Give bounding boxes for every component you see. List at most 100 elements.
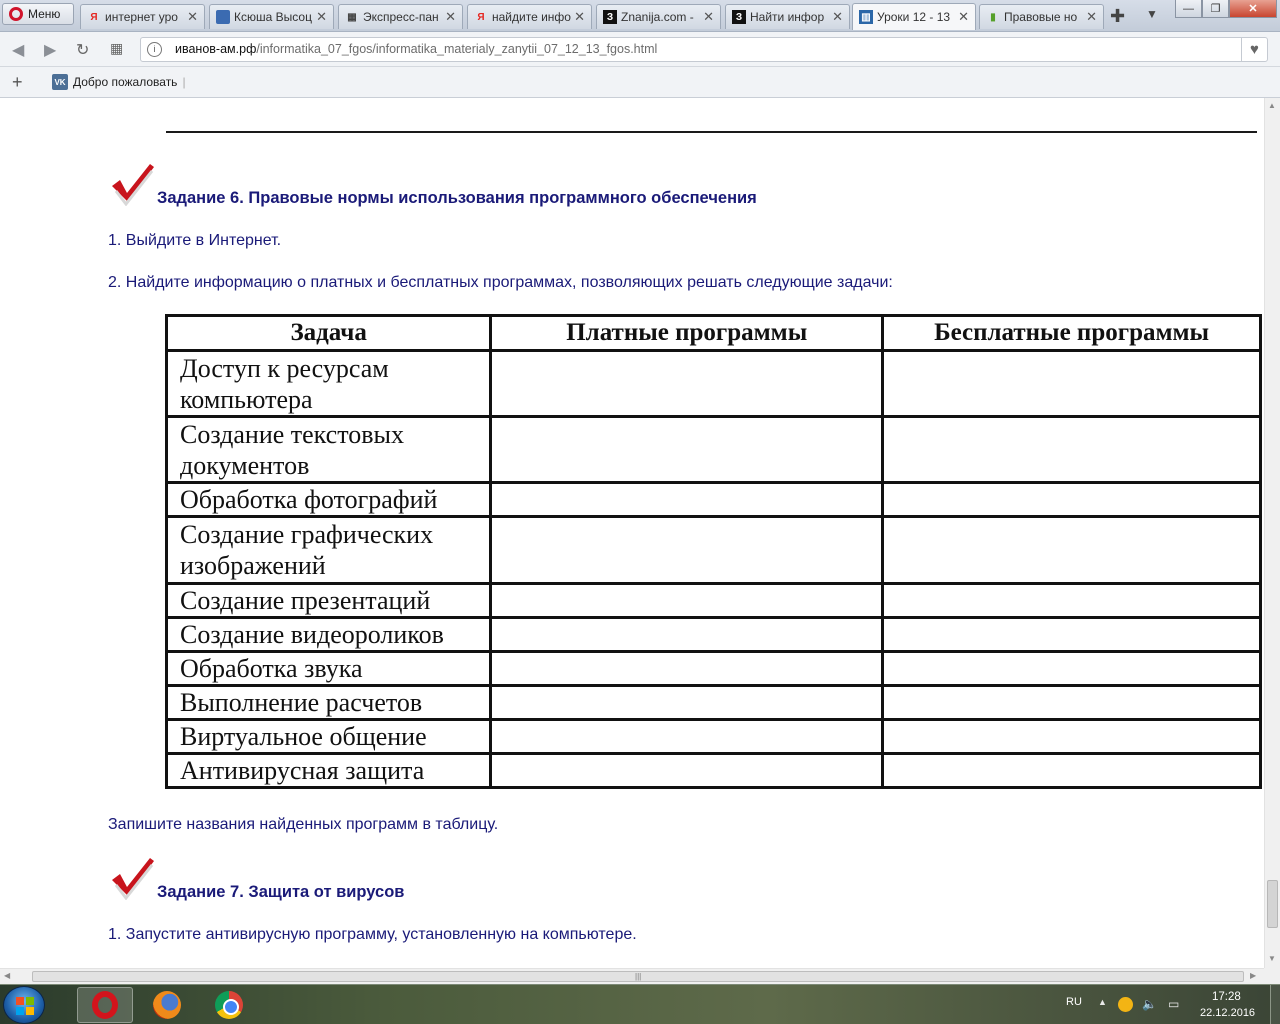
close-tab-icon[interactable]: ✕	[1086, 9, 1097, 25]
free-cell	[881, 515, 1262, 585]
free-cell	[881, 481, 1262, 518]
paid-cell	[489, 616, 885, 653]
reload-icon[interactable]: ↻	[76, 40, 89, 60]
task-6-step-1: 1. Выйдите в Интернет.	[108, 232, 282, 249]
horizontal-scrollbar[interactable]: ◀ ||| ▶	[0, 968, 1264, 984]
close-tab-icon[interactable]: ✕	[445, 9, 456, 25]
scroll-grip-icon: |||	[635, 972, 642, 981]
column-header-paid: Платные программы	[489, 314, 885, 352]
taskbar-opera-button[interactable]	[77, 987, 133, 1023]
windows-logo-icon	[16, 997, 34, 1015]
tab-8[interactable]: ▮ Правовые но ✕	[979, 4, 1104, 29]
scroll-up-arrow-icon[interactable]: ▲	[1268, 101, 1276, 110]
tab-2[interactable]: Ксюша Высоц ✕	[209, 4, 334, 29]
red-checkmark-icon	[112, 164, 154, 206]
language-indicator[interactable]: RU	[1066, 996, 1082, 1008]
tab-3[interactable]: ▦ Экспресс-пан ✕	[338, 4, 463, 29]
tray-app-icon[interactable]	[1118, 997, 1133, 1012]
free-cell	[881, 415, 1262, 484]
close-tab-icon[interactable]: ✕	[187, 9, 198, 25]
url-input[interactable]: i иванов-ам.рф/informatika_07_fgos/infor…	[140, 37, 1268, 62]
clock-date[interactable]: 22.12.2016	[1200, 1007, 1255, 1019]
volume-icon[interactable]: 🔈	[1142, 997, 1157, 1011]
task-cell: Обработка звука	[164, 650, 493, 687]
tab-7-active[interactable]: ▥ Уроки 12 - 13 ✕	[852, 3, 976, 30]
address-bar-row: ◀ ▶ ↻ ▦ i иванов-ам.рф/informatika_07_fg…	[0, 32, 1280, 67]
task-cell: Создание презентаций	[164, 582, 493, 619]
scroll-right-arrow-icon[interactable]: ▶	[1250, 971, 1256, 980]
horizontal-scroll-thumb[interactable]: |||	[32, 971, 1244, 982]
show-desktop-button[interactable]	[1270, 985, 1280, 1024]
column-header-task: Задача	[164, 314, 493, 352]
minimize-icon[interactable]: —	[1175, 0, 1202, 18]
paid-cell	[489, 752, 885, 789]
bookmark-heart-icon[interactable]: ♥	[1241, 37, 1267, 62]
add-bookmark-icon[interactable]: +	[12, 72, 23, 93]
vk-icon: VK	[52, 74, 68, 90]
task-cell: Виртуальное общение	[164, 718, 493, 755]
table-row: Обработка фотографий	[164, 481, 1262, 518]
chrome-icon	[215, 991, 243, 1019]
free-cell	[881, 616, 1262, 653]
table-header-row: Задача Платные программы Бесплатные прог…	[164, 314, 1262, 352]
clock-time[interactable]: 17:28	[1212, 991, 1241, 1003]
task-7-step-1: 1. Запустите антивирусную программу, уст…	[108, 926, 637, 943]
tab-5[interactable]: З Znanija.com - ✕	[596, 4, 721, 29]
scroll-down-arrow-icon[interactable]: ▼	[1268, 954, 1276, 963]
maximize-icon[interactable]: ❐	[1202, 0, 1229, 18]
paid-cell	[489, 515, 885, 585]
paid-cell	[489, 349, 885, 418]
task-7-title: Задание 7. Защита от вирусов	[157, 883, 405, 901]
speed-dial-grid-icon[interactable]: ▦	[110, 40, 123, 57]
tab-4[interactable]: Я найдите инфо ✕	[467, 4, 592, 29]
forward-arrow-icon[interactable]: ▶	[44, 40, 56, 60]
table-instruction: Запишите названия найденных программ в т…	[108, 816, 499, 833]
close-tab-icon[interactable]: ✕	[832, 9, 843, 25]
bookmark-item[interactable]: VK Добро пожаловать |	[52, 74, 186, 90]
table-row: Доступ к ресурсам компьютера	[164, 349, 1262, 418]
tab-6[interactable]: З Найти инфор ✕	[725, 4, 850, 29]
close-tab-icon[interactable]: ✕	[703, 9, 714, 25]
back-arrow-icon[interactable]: ◀	[12, 40, 24, 60]
vertical-scroll-thumb[interactable]	[1267, 880, 1278, 928]
new-tab-icon[interactable]: ✚	[1110, 6, 1125, 27]
opera-menu-button[interactable]: Меню	[2, 3, 74, 25]
task-cell: Создание текстовых документов	[164, 415, 493, 484]
network-icon[interactable]: ▭	[1168, 997, 1179, 1011]
site-info-icon[interactable]: i	[147, 42, 162, 57]
table-row: Виртуальное общение	[164, 718, 1262, 755]
url-host: иванов-ам.рф	[175, 42, 257, 56]
start-button[interactable]	[3, 986, 45, 1024]
paid-cell	[489, 415, 885, 484]
red-checkmark-icon	[112, 858, 154, 900]
close-tab-icon[interactable]: ✕	[958, 9, 969, 25]
tab-menu-chevron-icon[interactable]: ▼	[1146, 7, 1158, 21]
menu-label: Меню	[28, 7, 61, 21]
url-path: /informatika_07_fgos/informatika_materia…	[256, 42, 658, 56]
show-hidden-icons-icon[interactable]: ▲	[1098, 997, 1107, 1007]
close-tab-icon[interactable]: ✕	[574, 9, 585, 25]
task-6-step-2: 2. Найдите информацию о платных и беспла…	[108, 274, 893, 291]
taskbar-firefox-button[interactable]	[139, 987, 195, 1023]
free-cell	[881, 650, 1262, 687]
yandex-favicon-icon: Я	[477, 11, 485, 23]
opera-icon	[92, 991, 118, 1019]
paid-cell	[489, 718, 885, 755]
task-cell: Создание графических изображений	[164, 515, 493, 585]
opera-logo-icon	[9, 7, 23, 21]
task-cell: Доступ к ресурсам компьютера	[164, 349, 493, 418]
horizontal-rule	[166, 131, 1257, 133]
yandex-favicon-icon: Я	[90, 11, 98, 23]
task-cell: Выполнение расчетов	[164, 684, 493, 721]
page-content: Задание 6. Правовые нормы использования …	[0, 98, 1264, 968]
programs-table: Задача Платные программы Бесплатные прог…	[164, 314, 1262, 789]
close-window-icon[interactable]: ✕	[1229, 0, 1277, 18]
firefox-icon	[153, 991, 181, 1019]
paid-cell	[489, 684, 885, 721]
tab-1[interactable]: Я интернет уро ✕	[80, 4, 205, 29]
scroll-left-arrow-icon[interactable]: ◀	[4, 971, 10, 980]
close-tab-icon[interactable]: ✕	[316, 9, 327, 25]
task-cell: Антивирусная защита	[164, 752, 493, 789]
taskbar-chrome-button[interactable]	[201, 987, 257, 1023]
vertical-scrollbar[interactable]: ▲ ▼	[1264, 98, 1280, 968]
